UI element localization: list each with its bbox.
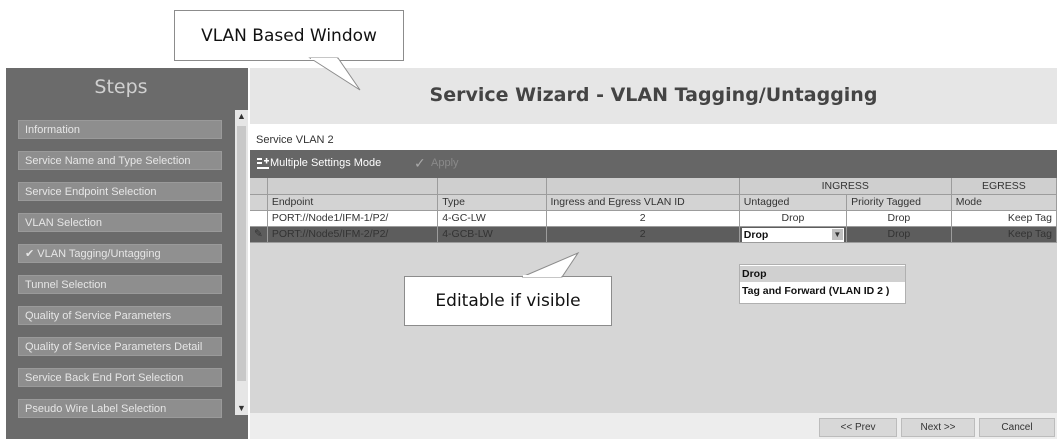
steps-scrollbar[interactable]: ▲ ▼ [235,110,248,415]
callout-vlan-based-window: VLAN Based Window [174,10,404,61]
wizard-button-bar: << Prev Next >> Cancel [250,413,1057,439]
step-qos-parameters-detail[interactable]: Quality of Service Parameters Detail [18,337,222,356]
callout-editable-if-visible: Editable if visible [404,276,612,326]
scroll-thumb[interactable] [237,126,246,381]
column-header-priority-tagged[interactable]: Priority Tagged [846,194,952,211]
step-label: Service Name and Type Selection [25,155,191,167]
cell-mode[interactable]: Keep Tag [951,210,1057,227]
cell-mode[interactable]: Keep Tag [951,226,1057,243]
step-label: VLAN Selection [25,217,103,229]
wizard-title: Service Wizard - VLAN Tagging/Untagging [429,84,878,106]
vlan-grid: INGRESS EGRESS Endpoint Type Ingress and… [250,178,1057,413]
cell-endpoint: PORT://Node5/IFM-2/P2/ [267,226,439,243]
service-wizard: Service Wizard - VLAN Tagging/Untagging … [250,68,1057,439]
cell-type: 4-GCB-LW [437,226,547,243]
column-header-untagged[interactable]: Untagged [739,194,848,211]
step-pseudo-wire-label[interactable]: Pseudo Wire Label Selection [18,399,222,418]
column-header-endpoint[interactable]: Endpoint [267,194,439,211]
step-label: Information [25,124,81,136]
untagged-select-value: Drop [743,228,769,241]
step-back-end-port[interactable]: Service Back End Port Selection [18,368,222,387]
step-label: Quality of Service Parameters Detail [25,341,203,353]
step-label: Quality of Service Parameters [25,310,172,322]
scroll-down-icon[interactable]: ▼ [235,402,248,415]
callout-text: Editable if visible [435,291,581,311]
cell-vlan-id: 2 [546,226,740,243]
vlan-table: INGRESS EGRESS Endpoint Type Ingress and… [250,178,1057,243]
group-cell [546,178,740,195]
step-label: Tunnel Selection [25,279,107,291]
table-row[interactable]: PORT://Node1/IFM-1/P2/ 4-GC-LW 2 Drop Dr… [250,210,1057,227]
ingress-group-header: INGRESS [739,178,952,195]
marker-header [250,194,268,211]
group-cell [267,178,439,195]
wizard-title-bar: Service Wizard - VLAN Tagging/Untagging [250,68,1057,124]
step-label: Service Endpoint Selection [25,186,157,198]
column-header-mode[interactable]: Mode [951,194,1057,211]
multiple-settings-icon[interactable] [256,157,270,171]
service-vlan-label: Service VLAN 2 [256,134,334,146]
cell-endpoint: PORT://Node1/IFM-1/P2/ [267,210,439,227]
step-label: Service Back End Port Selection [25,372,184,384]
step-tunnel-selection[interactable]: Tunnel Selection [18,275,222,294]
cancel-button[interactable]: Cancel [979,418,1055,437]
step-vlan-selection[interactable]: VLAN Selection [18,213,222,232]
scroll-up-icon[interactable]: ▲ [235,110,248,123]
multiple-settings-button[interactable]: Multiple Settings Mode [270,157,381,169]
dropdown-option-drop[interactable]: Drop [740,266,905,282]
callout-text: VLAN Based Window [201,25,377,46]
steps-panel: Steps Information Service Name and Type … [6,68,248,439]
chevron-down-icon[interactable]: ▼ [831,228,843,240]
cell-untagged[interactable]: Drop [739,210,848,227]
cell-untagged-editor[interactable]: Drop ▼ [739,226,848,243]
untagged-dropdown-list: Drop Tag and Forward (VLAN ID 2 ) [739,264,906,304]
cell-priority-tagged[interactable]: Drop [846,226,952,243]
edit-pencil-icon: ✎ [250,226,268,243]
steps-title: Steps [94,76,148,98]
dropdown-option-tag-forward[interactable]: Tag and Forward (VLAN ID 2 ) [740,283,905,299]
step-service-endpoint[interactable]: Service Endpoint Selection [18,182,222,201]
table-header: Endpoint Type Ingress and Egress VLAN ID… [250,194,1057,211]
step-qos-parameters[interactable]: Quality of Service Parameters [18,306,222,325]
column-header-type[interactable]: Type [437,194,547,211]
egress-group-header: EGRESS [951,178,1057,195]
apply-button[interactable]: Apply [431,157,459,169]
column-header-vlan-id[interactable]: Ingress and Egress VLAN ID [546,194,740,211]
table-group-header: INGRESS EGRESS [250,178,1057,195]
untagged-select[interactable]: Drop ▼ [741,227,844,241]
group-cell [250,178,268,195]
group-cell [437,178,547,195]
toolbar: Multiple Settings Mode ✓ Apply [250,150,1057,178]
step-information[interactable]: Information [18,120,222,139]
prev-button[interactable]: << Prev [819,418,897,437]
cell-type: 4-GC-LW [437,210,547,227]
step-vlan-tagging[interactable]: ✔ VLAN Tagging/Untagging [18,244,222,263]
cell-priority-tagged[interactable]: Drop [846,210,952,227]
next-button[interactable]: Next >> [901,418,975,437]
table-row-selected[interactable]: ✎ PORT://Node5/IFM-2/P2/ 4-GCB-LW 2 Drop… [250,226,1057,243]
step-label: ✔ VLAN Tagging/Untagging [25,248,161,260]
step-label: Pseudo Wire Label Selection [25,403,167,415]
cell-vlan-id: 2 [546,210,740,227]
row-marker [250,210,268,227]
apply-icon: ✓ [414,155,426,171]
step-service-name-type[interactable]: Service Name and Type Selection [18,151,222,170]
